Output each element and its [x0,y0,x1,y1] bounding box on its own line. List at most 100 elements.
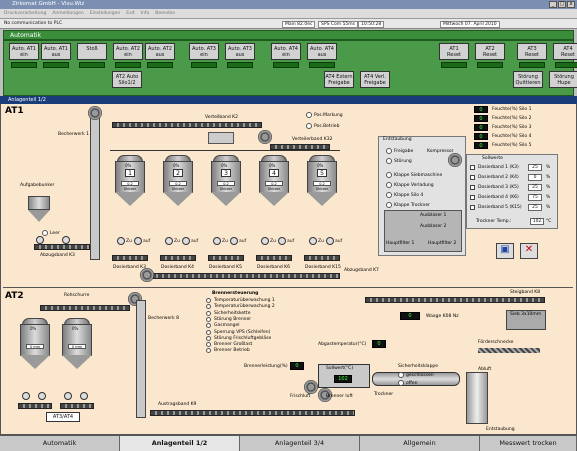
gear-icon [140,268,154,282]
brenner-item: Brenner Großlast [214,342,253,348]
valve-icon[interactable] [213,237,221,245]
brenner-item: Gasmangel [214,323,240,329]
valve-icon[interactable] [22,392,30,400]
silo: 0% 2 0.2 Shilder [163,155,193,207]
sollwert-value[interactable]: 25 [528,204,542,211]
auto-button[interactable]: AT2 Reset [475,43,505,60]
maximize-button[interactable]: □ [558,1,566,8]
brenner-indicator [206,329,211,335]
toolbar-item[interactable]: Beenden [155,11,175,16]
toolbar-item[interactable]: Druckverarbeitung [4,11,46,16]
auto-button[interactable]: Auto. AT1 aus [41,43,71,60]
sollwert-value[interactable]: 25 [528,164,542,171]
rohschurre-label: Rohschurre [64,293,90,298]
klappe-label: Klappe Verladung [394,183,434,188]
valve-icon[interactable] [62,236,70,244]
entstaubung-label: Entstaubung [486,427,515,432]
auto-button-line2: Hupe [557,80,571,86]
valve-icon[interactable] [165,237,173,245]
valve-icon[interactable] [309,237,317,245]
becherwerk-1-label: Becherwerk 1 [58,132,89,137]
belt [18,403,52,409]
toolbar-item[interactable]: Einstellungen [90,11,121,16]
auto-button-line2: Freigabe [364,80,386,86]
feed-line [110,150,340,151]
sollwert-checkbox[interactable] [470,175,475,180]
geschlossen-label: geschlossen [406,373,434,378]
tab-messwert[interactable]: Messwert trocken [480,436,577,451]
sollwert-value[interactable]: 25 [528,184,542,191]
auto-button-line2: aus [51,52,61,58]
cancel-icon[interactable]: ✕ [520,243,538,259]
temp-value[interactable]: 102 [530,218,544,225]
valve-icon[interactable] [36,236,44,244]
close-button[interactable]: x [567,1,575,8]
pos-betrieb-label: Pos.Betrieb [314,124,340,129]
tab-automatik[interactable]: Automatik [0,436,120,451]
status-indicator [441,62,467,68]
valve-icon[interactable] [38,392,46,400]
brenner-indicator [206,298,211,303]
sollwert-value[interactable]: 102 [334,375,352,383]
kompressor-label: Kompressor [427,149,454,154]
auto-button[interactable]: Störung Quittieren [513,71,543,88]
minimize-button[interactable]: _ [549,1,557,8]
valve-icon[interactable] [117,237,125,245]
at34-box: AT3/AT4 [46,412,80,422]
offen-indicator [398,380,404,386]
valve-icon[interactable] [182,237,190,245]
klappe-label: Klappe Silo 4 [394,193,424,198]
valve-icon[interactable] [80,392,88,400]
valve-icon[interactable] [278,237,286,245]
brennerleistung-value: 0 [290,362,304,370]
sollwert-checkbox[interactable] [470,195,475,200]
auto-button[interactable]: AT3 Reset [517,43,547,60]
save-icon[interactable]: ▣ [496,243,514,259]
silo-number: 1 [125,169,135,177]
status-indicator [309,62,335,68]
valve-icon[interactable] [230,237,238,245]
tab-anlagenteil-12[interactable]: Anlagenteil 1/2 [120,436,240,451]
auto-button[interactable]: AT4 Verl. Freigabe [360,71,390,88]
window-title: Zirkomat GmbH [12,1,56,7]
auto-button[interactable]: Auto. AT2 ein [113,43,143,60]
sollwert-checkbox[interactable] [470,165,475,170]
auto-button[interactable]: AT4 Extern Freigabe [324,71,354,88]
sollwert-value[interactable]: 0 [528,174,542,181]
auto-button[interactable]: AT2 Auto Silo1/2 [112,71,142,88]
auto-button[interactable]: Auto. AT4 ein [271,43,301,60]
brenner-title: Brennersteuerung [212,291,259,296]
auto-button-line2: Quittieren [515,80,541,86]
auto-button[interactable]: Auto. AT2 aus [145,43,175,60]
auto-button[interactable]: Auto. AT3 aus [225,43,255,60]
tab-anlagenteil-34[interactable]: Anlagenteil 3/4 [240,436,360,451]
valve-icon[interactable] [134,237,142,245]
sollwert-unit: % [546,195,551,200]
valve-icon[interactable] [326,237,334,245]
auto-button[interactable]: Auto. AT4 aus [307,43,337,60]
auto-button[interactable]: AT4 Reset [553,43,577,60]
toolbar-item[interactable]: Info [141,11,150,16]
automatik-header: Automatik [3,30,574,40]
tab-allgemein[interactable]: Allgemein [360,436,480,451]
silo-cone [62,355,92,369]
auto-button[interactable]: AT1 Reset [439,43,469,60]
belt [60,403,94,409]
silo: 0% 0 mm [62,318,92,370]
sollwert-checkbox[interactable] [470,185,475,190]
toolbar-item[interactable]: Anmeldungen [52,11,83,16]
auto-button[interactable]: Stoß [77,43,107,60]
auto-button[interactable]: Auto. AT3 ein [189,43,219,60]
auto-button[interactable]: Auto. AT1 ein [9,43,39,60]
sollwert-value[interactable]: 75 [528,194,542,201]
silo-level: 0 mm [26,344,44,349]
sollwert-checkbox[interactable] [470,205,475,210]
status-message: No communication to PLC [4,21,63,26]
silo-percent: 0% [30,326,37,331]
silo-level: 0.2 Shilder [169,181,187,191]
valve-icon[interactable] [261,237,269,245]
toolbar-item[interactable]: Exit [126,11,135,16]
auto-button[interactable]: Störung Hupe [549,71,577,88]
abzugsband-k7 [145,273,340,279]
valve-icon[interactable] [64,392,72,400]
